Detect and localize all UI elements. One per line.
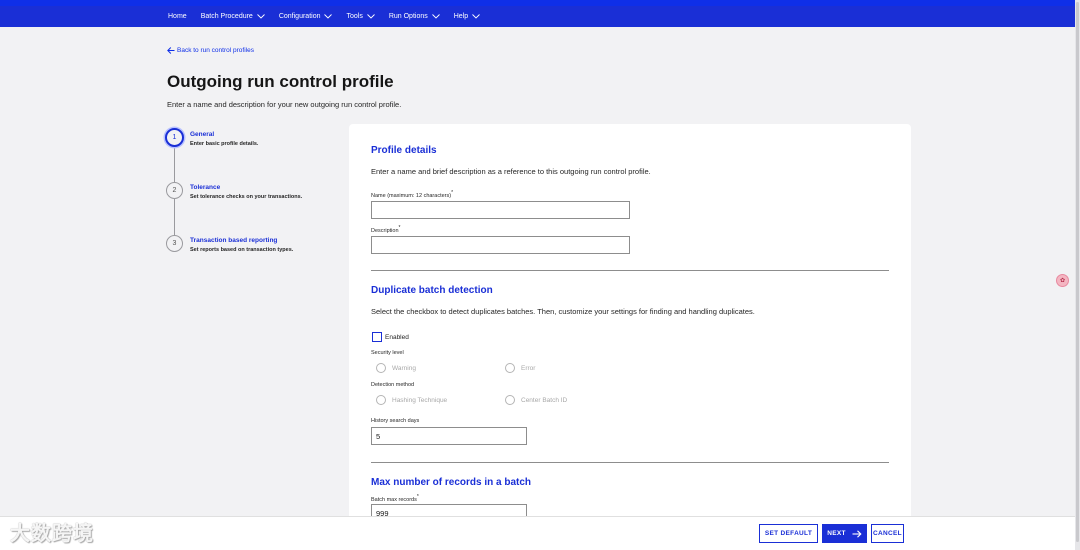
radio-label: Hashing Technique xyxy=(392,396,448,404)
max-records-title: Max number of records in a batch xyxy=(371,477,532,488)
nav-help[interactable]: Help xyxy=(454,13,480,20)
radio-center-batch-id[interactable]: Center Batch ID xyxy=(505,395,567,405)
radio-button[interactable] xyxy=(376,395,386,405)
stepper-connector xyxy=(174,199,175,236)
nav-label: Tools xyxy=(346,13,363,20)
chevron-down-icon xyxy=(431,14,440,19)
enabled-checkbox[interactable] xyxy=(372,332,382,342)
step-title: Transaction based reporting xyxy=(190,237,278,244)
history-search-days-label: History search days xyxy=(371,418,420,424)
radio-error[interactable]: Error xyxy=(505,363,535,373)
description-label-text: Description xyxy=(371,227,399,234)
profile-details-description: Enter a name and brief description as a … xyxy=(371,167,651,176)
chevron-down-icon xyxy=(257,14,265,19)
next-button[interactable]: NEXT xyxy=(822,524,867,543)
step-title: Tolerance xyxy=(190,184,221,191)
batch-max-records-label-text: Batch max records xyxy=(371,496,417,503)
step-number: 3 xyxy=(166,235,183,252)
name-label-text: Name (maximum: 12 characters) xyxy=(371,192,452,199)
nav-run-options[interactable]: Run Options xyxy=(389,13,440,20)
required-mark: * xyxy=(416,494,419,500)
arrow-right-icon xyxy=(852,529,862,538)
step-number: 2 xyxy=(166,182,183,199)
arrow-left-icon xyxy=(167,47,175,54)
watermark: 大数跨境 xyxy=(10,521,94,545)
radio-label: Error xyxy=(521,364,536,372)
step-description: Enter basic profile details. xyxy=(190,141,259,147)
scrollbar-thumb[interactable] xyxy=(1076,2,1079,542)
radio-button[interactable] xyxy=(376,363,386,373)
stepper-connector xyxy=(174,147,175,184)
main-nav: Home Batch Procedure Configuration Tools… xyxy=(0,6,1075,27)
section-divider xyxy=(371,270,889,271)
name-input[interactable] xyxy=(371,201,630,219)
radio-warning[interactable]: Warning xyxy=(376,363,416,373)
section-divider xyxy=(371,462,889,463)
nav-label: Batch Procedure xyxy=(200,13,253,20)
required-mark: * xyxy=(451,190,454,196)
back-link-label: Back to run control profiles xyxy=(177,47,254,54)
nav-batch-procedure[interactable]: Batch Procedure xyxy=(201,13,265,20)
profile-details-title: Profile details xyxy=(371,145,437,156)
step-description: Set tolerance checks on your transaction… xyxy=(190,194,303,200)
form-card xyxy=(349,124,911,524)
cancel-button[interactable]: CANCEL xyxy=(871,524,904,543)
duplicate-detection-description: Select the checkbox to detect duplicates… xyxy=(371,307,755,316)
nav-label: Configuration xyxy=(278,13,321,20)
radio-hashing-technique[interactable]: Hashing Technique xyxy=(376,395,447,405)
nav-home[interactable]: Home xyxy=(168,13,187,20)
step-number: 1 xyxy=(165,128,184,147)
page-title: Outgoing run control profile xyxy=(167,72,394,91)
radio-label: Warning xyxy=(392,364,416,372)
chevron-down-icon xyxy=(324,14,333,19)
step-description: Set reports based on transaction types. xyxy=(190,247,294,253)
nav-configuration[interactable]: Configuration xyxy=(279,13,333,20)
radio-label: Center Batch ID xyxy=(521,396,568,404)
history-search-days-input[interactable]: 5 xyxy=(371,427,527,445)
floating-assistant-icon[interactable]: ✿ xyxy=(1056,274,1069,287)
page-scrollbar[interactable] xyxy=(1075,0,1080,550)
security-level-label: Security level xyxy=(371,350,404,356)
chevron-down-icon xyxy=(367,14,375,19)
back-link[interactable]: Back to run control profiles xyxy=(167,47,254,54)
radio-button[interactable] xyxy=(505,363,515,373)
required-mark: * xyxy=(398,225,401,231)
enabled-checkbox-row[interactable]: Enabled xyxy=(372,332,409,342)
nav-label: Run Options xyxy=(388,13,428,20)
page-subtitle: Enter a name and description for your ne… xyxy=(167,100,402,109)
footer-bar xyxy=(0,516,1075,550)
description-field-label: Description* xyxy=(371,225,400,234)
nav-label: Home xyxy=(168,13,187,20)
nav-label: Help xyxy=(453,13,469,20)
enabled-checkbox-label: Enabled xyxy=(385,333,409,341)
name-field-label: Name (maximum: 12 characters)* xyxy=(371,190,453,199)
radio-button[interactable] xyxy=(505,395,515,405)
batch-max-records-label: Batch max records* xyxy=(371,494,419,503)
nav-tools[interactable]: Tools xyxy=(346,13,375,20)
detection-method-label: Detection method xyxy=(371,382,415,388)
duplicate-detection-title: Duplicate batch detection xyxy=(371,285,493,296)
set-default-button[interactable]: SET DEFAULT xyxy=(759,524,818,543)
step-title: General xyxy=(190,131,215,138)
next-button-label: NEXT xyxy=(827,530,846,537)
description-input[interactable] xyxy=(371,236,630,254)
chevron-down-icon xyxy=(472,14,480,19)
